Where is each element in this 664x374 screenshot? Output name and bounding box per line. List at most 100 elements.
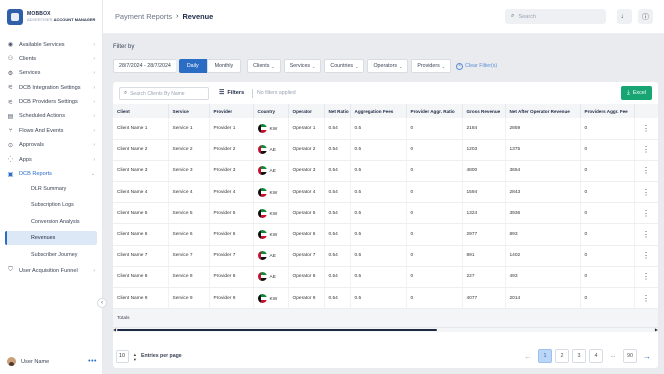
table-row[interactable]: Client Name 3 Service 3 Provider 3 AE Operat… [113, 160, 658, 183]
row-actions-icon[interactable]: ⋮ [634, 160, 658, 183]
column-header-service[interactable]: Service [168, 104, 210, 118]
sidebar-item-available-services[interactable]: ◉ Available Services › [0, 38, 102, 51]
table-row[interactable]: Client Name 7 Service 7 Provider 7 AE Operat… [113, 245, 658, 267]
user-profile[interactable]: User Name ••• [7, 357, 97, 366]
sidebar-subitem-dlr-summary[interactable]: DLR Summary [5, 182, 97, 196]
table-cell-provider-aggr-ratio: 0 [406, 266, 463, 289]
breadcrumb-parent[interactable]: Payment Reports [115, 12, 172, 21]
sidebar-subitem-revenues[interactable]: Revenues [5, 231, 97, 246]
sidebar-item-dcb-providers-settings[interactable]: ⚟ DCB Providers Settings › [0, 96, 102, 109]
operators-dropdown[interactable]: Operators ⌄ [367, 59, 409, 73]
row-actions-icon[interactable]: ⋮ [634, 181, 658, 204]
next-page-icon[interactable]: → [640, 349, 654, 363]
row-actions-icon[interactable]: ⋮ [634, 245, 658, 267]
monthly-button[interactable]: Monthly [206, 59, 242, 73]
column-header-gross-revenue[interactable]: Gross Revenue [462, 104, 506, 118]
row-actions-icon[interactable]: ⋮ [634, 202, 658, 225]
daily-button[interactable]: Daily [178, 59, 207, 73]
sidebar-subitem-subscriber-journey[interactable]: Subscriber Journey [5, 248, 97, 262]
gear-icon: ⚙ [7, 70, 14, 77]
countries-dropdown[interactable]: Countries ⌄ [324, 59, 365, 73]
table-row[interactable]: Client Name 4 Service 4 Provider 4 KW Operat… [113, 181, 658, 204]
column-header-aggregation-fees[interactable]: Aggregation Fees [350, 104, 407, 118]
services-dropdown[interactable]: Services ⌄ [283, 59, 322, 73]
clear-filters-button[interactable]: × Clear Filter(s) [456, 62, 497, 70]
client-search-input[interactable]: ⌕ Search Clients By Name [119, 87, 209, 100]
horizontal-scrollbar[interactable]: ◀ ▶ [113, 327, 658, 333]
no-filters-text: No filters applied [257, 90, 296, 96]
column-header-provider[interactable]: Provider [209, 104, 254, 118]
table-row[interactable]: Client Name 5 Service 5 Provider 5 KW Operat… [113, 202, 658, 225]
sidebar-item-label: DCB Reports [19, 171, 52, 178]
notification-bell-icon[interactable]: ♩ [617, 9, 632, 24]
sidebar-item-user-acquisition-funnel[interactable]: ⛉ User Acquisition Funnel › [0, 264, 102, 277]
table-cell-provider: Provider 5 [209, 202, 254, 225]
column-header-net-after-operator-revenue[interactable]: Net After Operator Revenue [505, 104, 581, 118]
table-cell-gross-revenue: 2977 [462, 223, 506, 246]
flag-ae-icon [257, 251, 267, 261]
row-actions-icon[interactable]: ⋮ [634, 139, 658, 161]
sidebar-item-dcb-integration-settings[interactable]: ⚟ DCB Integration Settings › [0, 81, 102, 94]
sidebar-item-apps[interactable]: ⁛ Apps › [0, 153, 102, 166]
table-row[interactable]: Client Name 1 Service 1 Provider 1 KW Operat… [113, 118, 658, 140]
table-row[interactable]: Client Name 2 Service 2 Provider 2 AE Operat… [113, 139, 658, 161]
scrollbar-thumb[interactable] [117, 329, 437, 332]
row-actions-icon[interactable]: ⋮ [634, 223, 658, 246]
table-cell-country: AE [253, 266, 289, 289]
column-header-providers-aggr-fee[interactable]: Providers Aggr. Fee [580, 104, 635, 118]
sidebar-item-scheduled-actions[interactable]: ▤ Scheduled Actions › [0, 110, 102, 123]
sidebar-item-flows-and-events[interactable]: ⑂ Flows And Events › [0, 124, 102, 137]
table-cell-client: Client Name 1 [113, 118, 169, 140]
column-header-net-ratio[interactable]: Net Ratio [324, 104, 351, 118]
page-4-button[interactable]: 4 [589, 349, 603, 363]
page-2-button[interactable]: 2 [555, 349, 569, 363]
row-actions-icon[interactable]: ⋮ [634, 287, 658, 310]
filters-button[interactable]: ☰ Filters [219, 89, 244, 97]
clients-dropdown[interactable]: Clients ⌄ [247, 59, 281, 73]
table-cell-provider: Provider 6 [209, 223, 254, 246]
providers-dropdown[interactable]: Providers ⌄ [411, 59, 452, 73]
table-row[interactable]: Client Name 9 Service 9 Provider 9 KW Operat… [113, 287, 658, 310]
sidebar-subitem-conversion-analysis[interactable]: Conversion Analysis [5, 215, 97, 229]
stepper-icon[interactable]: ▴ ▾ [134, 352, 136, 362]
sidebar-item-services[interactable]: ⚙ Services › [0, 67, 102, 80]
column-header-operator[interactable]: Operator [288, 104, 325, 118]
column-header-country[interactable]: Country [253, 104, 289, 118]
table-cell-net-after-operator-revenue: 893 [505, 223, 581, 246]
table-row[interactable]: Client Name 8 Service 8 Provider 8 AE Operat… [113, 266, 658, 289]
sidebar-item-label: Clients [19, 55, 37, 62]
brand-logo[interactable]: MOBBOX ADVERTISER ACCOUNT MANAGER [0, 0, 102, 34]
chevron-right-icon: › [93, 84, 95, 91]
table-cell-providers-aggr-fee: 0 [580, 266, 635, 289]
sidebar-item-clients[interactable]: ⚇ Clients › [0, 52, 102, 65]
global-search-input[interactable]: ⌕ Search [505, 9, 606, 24]
column-header-client[interactable]: Client [113, 104, 169, 118]
sidebar-collapse-button[interactable]: ‹ [97, 298, 107, 308]
sidebar-item-dcb-reports[interactable]: ▣ DCB Reports ⌄ [0, 168, 102, 181]
table-cell-net-ratio: 0.54 [324, 223, 351, 246]
sidebar-item-approvals[interactable]: ⊙ Approvals › [0, 139, 102, 152]
scroll-right-icon[interactable]: ▶ [655, 327, 658, 332]
export-excel-button[interactable]: ⤓ Excel [621, 86, 652, 100]
info-icon[interactable]: ⓘ [638, 9, 653, 24]
sidebar-item-label: Available Services [19, 41, 65, 48]
scroll-left-icon[interactable]: ◀ [113, 327, 116, 332]
table-cell-operator: Operator 4 [288, 181, 325, 204]
row-actions-icon[interactable]: ⋮ [634, 266, 658, 289]
page-3-button[interactable]: 3 [572, 349, 586, 363]
column-header-provider-aggr-ratio[interactable]: Provider Aggr. Ratio [406, 104, 463, 118]
table-cell-provider-aggr-ratio: 0 [406, 139, 463, 161]
sidebar-subitem-subscription-logs[interactable]: Subscription Logs [5, 198, 97, 212]
chevron-right-icon: › [93, 267, 95, 274]
date-range-picker[interactable]: 28/7/2024 - 28/7/2024 [113, 59, 176, 73]
page-90-button[interactable]: 90 [623, 349, 637, 363]
user-name: User Name [21, 358, 50, 365]
row-actions-icon[interactable]: ⋮ [634, 118, 658, 140]
entries-per-page-stepper[interactable]: 10 ▴ ▾ [116, 349, 136, 363]
table-row[interactable]: Client Name 6 Service 6 Provider 6 KW Operat… [113, 223, 658, 246]
page-1-button[interactable]: 1 [538, 349, 552, 363]
table-cell-net-ratio: 0.54 [324, 139, 351, 161]
table-cell-provider: Provider 2 [209, 139, 254, 161]
user-menu-icon[interactable]: ••• [88, 358, 97, 365]
prev-page-icon[interactable]: ← [521, 349, 535, 363]
